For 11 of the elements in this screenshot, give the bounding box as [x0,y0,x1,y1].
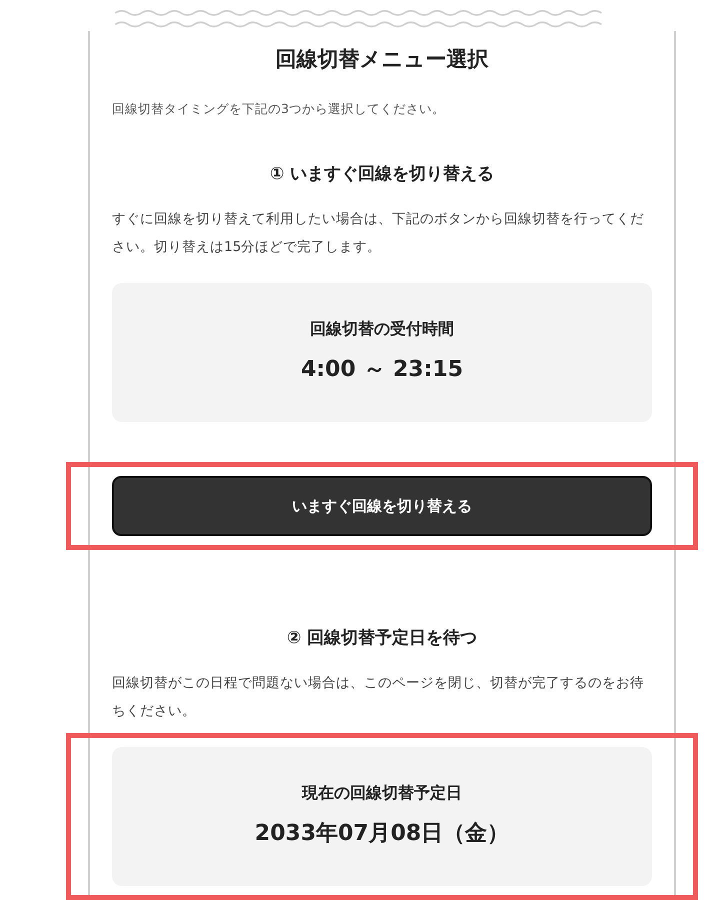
info-value: 4:00 ～ 23:15 [300,356,464,384]
intro-text: 回線切替タイミングを下記の3つから選択してください。 [112,101,446,118]
info-label: 回線切替の受付時間 [310,319,454,340]
switch-now-button[interactable]: いますぐ回線を切り替える [112,476,652,536]
section-description: すぐに回線を切り替えて利用したい場合は、下記のボタンから回線切替を行ってください。切り替えは15分ほどで完了します。 [112,210,645,257]
page-title: 回線切替メニュー選択 [274,46,490,73]
section-heading: ① いますぐ回線を切り替える [268,163,496,185]
section-heading: ② 回線切替予定日を待つ [286,627,478,649]
info-value: 2033年07月08日（金） [254,820,510,848]
section-description: 回線切替がこの日程で問題ない場合は、このページを閉じ、切替が完了するのをお待ちください。 [112,674,645,721]
info-label: 現在の回線切替予定日 [302,783,462,804]
